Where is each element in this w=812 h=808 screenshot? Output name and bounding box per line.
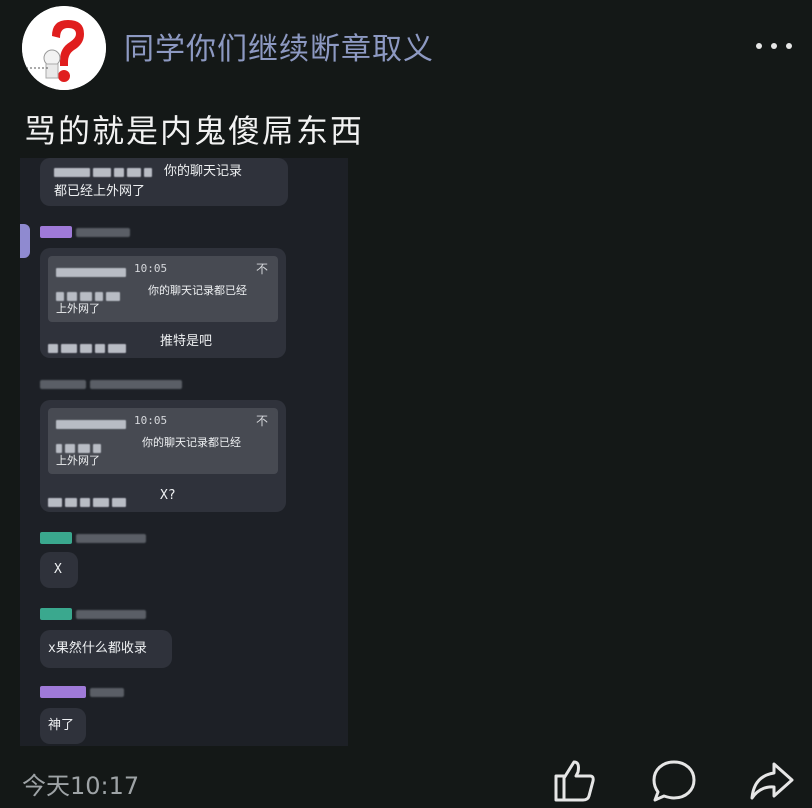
quote-text: 你的聊天记录都已经 上外网了 xyxy=(56,436,241,467)
chat-message-text: X xyxy=(54,562,62,577)
chat-message-text: 推特是吧 xyxy=(160,334,213,349)
sender-tag xyxy=(40,686,86,698)
sender-tag xyxy=(40,226,72,238)
username[interactable]: 同学你们继续断章取义 xyxy=(124,24,434,68)
post-header: 同学你们继续断章取义 xyxy=(0,0,812,92)
chat-bubble: x果然什么都收录 xyxy=(40,630,172,668)
chat-bubble: X xyxy=(40,552,78,588)
chat-bubble: 神了 xyxy=(40,708,86,744)
comment-icon[interactable] xyxy=(650,756,698,804)
chat-message-text: x果然什么都收录 xyxy=(48,641,147,656)
sender-avatar xyxy=(20,224,30,258)
quote-time: 10:05 xyxy=(134,414,168,427)
quote-pin-icon: 不 xyxy=(255,262,268,276)
post-text: 骂的就是内鬼傻屌东西 xyxy=(24,112,365,150)
post-time: 今天10:17 xyxy=(22,772,140,800)
share-icon[interactable] xyxy=(748,756,796,804)
sender-meta xyxy=(76,228,130,237)
chat-message-text: 你的聊天记录 都已经上外网了 xyxy=(54,164,243,199)
chat-message-text: 神了 xyxy=(48,718,75,733)
chat-screenshot-image[interactable]: 你的聊天记录 都已经上外网了 10:05 不 你的聊天记录都已经 上外网了 推特… xyxy=(20,158,348,746)
sender-meta xyxy=(90,688,124,697)
sender-meta xyxy=(40,380,86,389)
sender-meta xyxy=(90,380,182,389)
chat-bubble: 10:05 不 你的聊天记录都已经 上外网了 推特是吧 xyxy=(40,248,286,358)
avatar[interactable] xyxy=(22,6,106,90)
sender-tag xyxy=(40,608,72,620)
quote-pin-icon: 不 xyxy=(255,414,268,428)
sender-tag xyxy=(40,532,72,544)
quote-text: 你的聊天记录都已经 上外网了 xyxy=(56,284,247,315)
sender-meta xyxy=(76,534,146,543)
sender-meta xyxy=(76,610,146,619)
question-mark-avatar-icon xyxy=(22,6,106,90)
quoted-message: 10:05 不 你的聊天记录都已经 上外网了 xyxy=(48,256,278,322)
quote-time: 10:05 xyxy=(134,262,168,275)
quoted-message: 10:05 不 你的聊天记录都已经 上外网了 xyxy=(48,408,278,474)
chat-bubble: 你的聊天记录 都已经上外网了 xyxy=(40,158,288,206)
chat-message-text: X? xyxy=(160,488,176,503)
chat-bubble: 10:05 不 你的聊天记录都已经 上外网了 X? xyxy=(40,400,286,512)
like-icon[interactable] xyxy=(550,756,598,804)
more-icon[interactable] xyxy=(756,38,792,54)
